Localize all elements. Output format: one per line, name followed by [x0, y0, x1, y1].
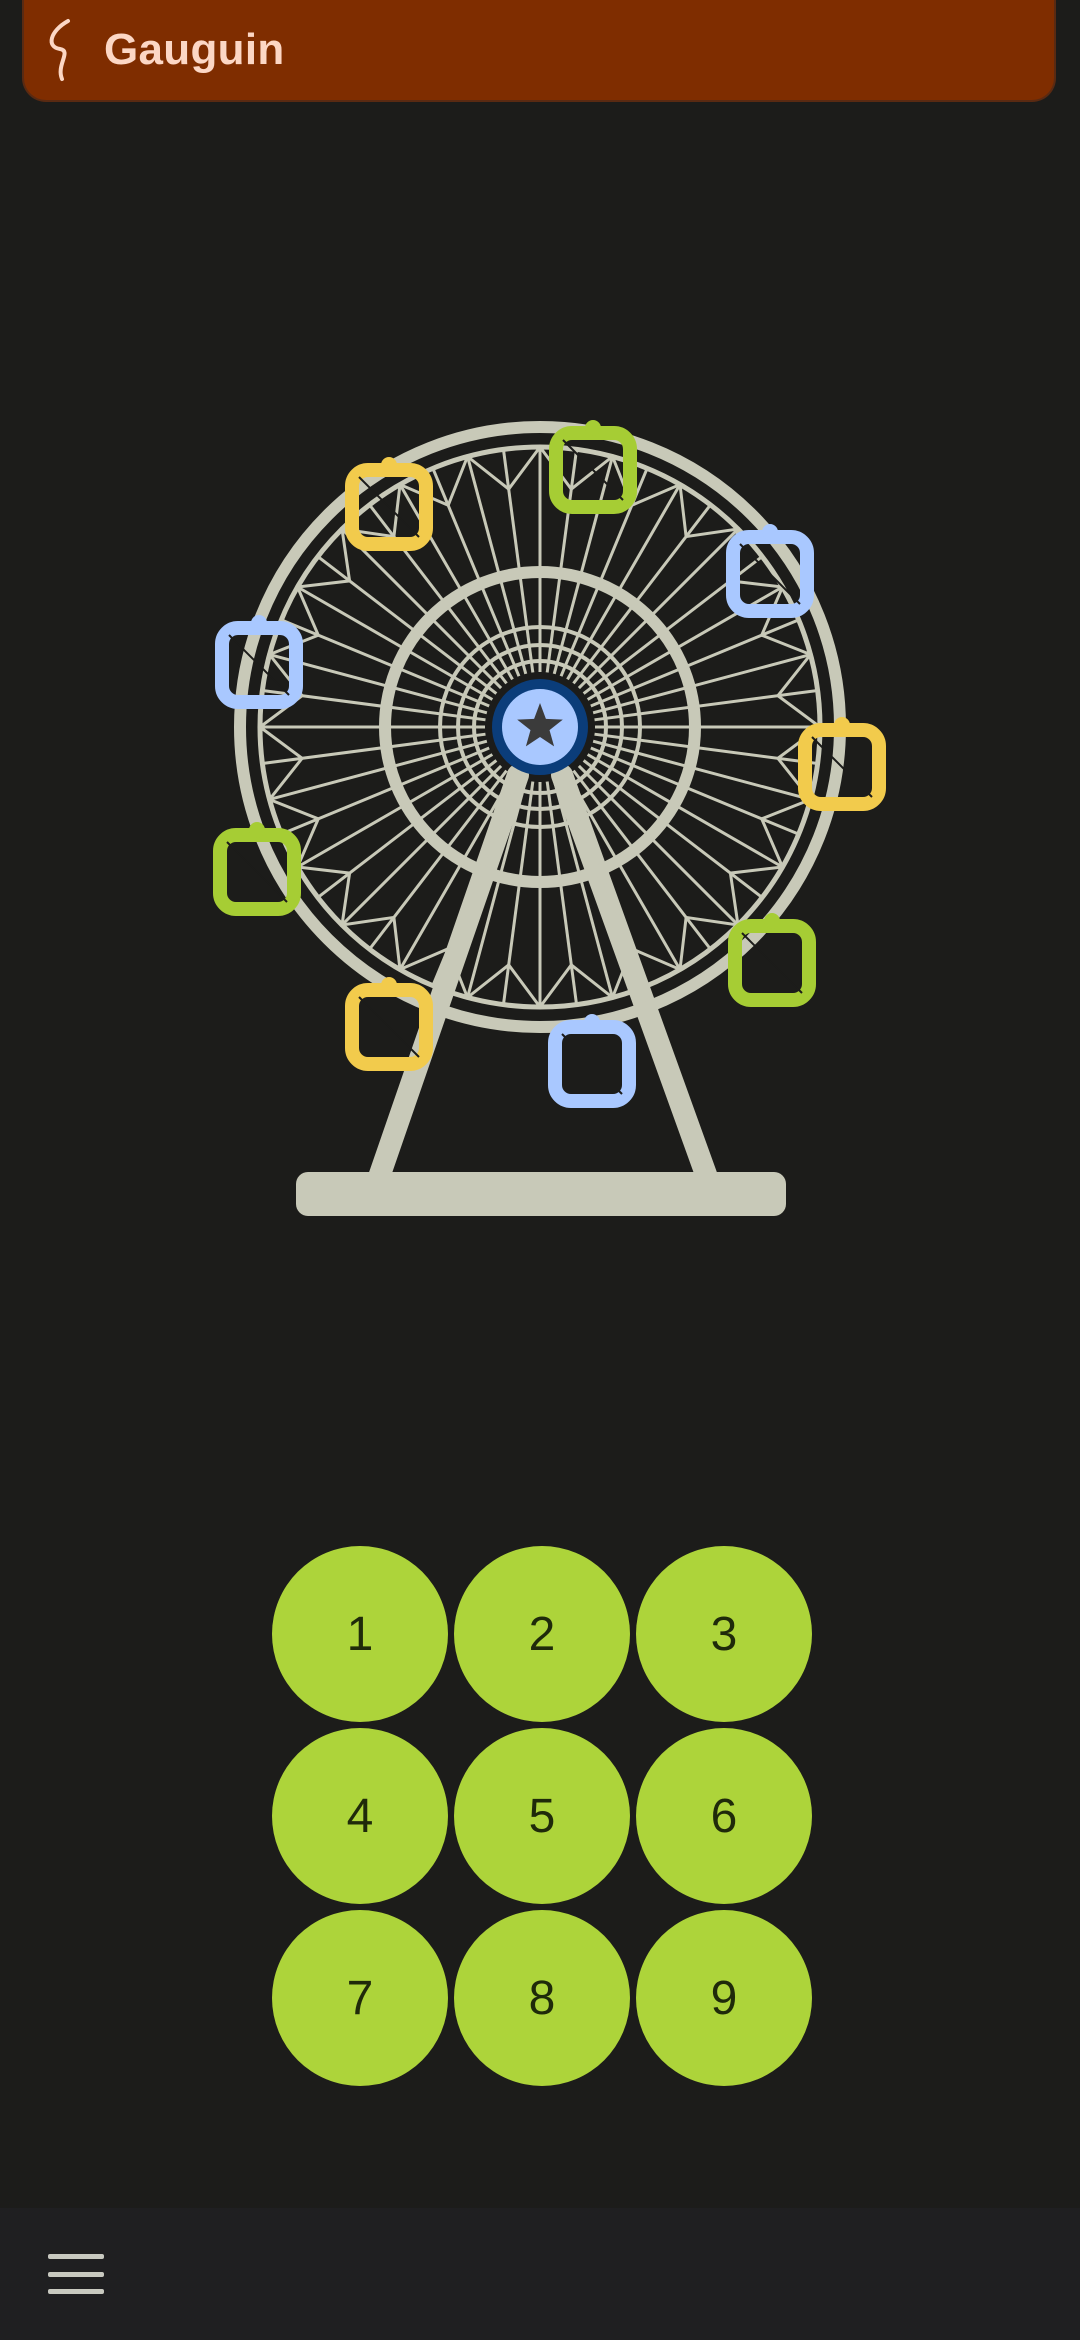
- key-8[interactable]: 8: [454, 1910, 630, 2086]
- wheel-spoke: [269, 739, 488, 801]
- wheel-spoke: [340, 527, 503, 690]
- wheel-spoke: [466, 456, 528, 675]
- menu-line: [48, 2289, 104, 2294]
- wheel-spoke: [592, 653, 811, 715]
- key-7[interactable]: 7: [272, 1910, 448, 2086]
- gondola-hook: [249, 822, 265, 838]
- gondola-hook: [381, 457, 397, 473]
- key-4[interactable]: 4: [272, 1728, 448, 1904]
- key-6[interactable]: 6: [636, 1728, 812, 1904]
- bottom-app-bar: [0, 2208, 1080, 2340]
- ferris-wheel-illustration: [160, 400, 920, 1260]
- wheel-spoke: [262, 732, 486, 766]
- wheel-spoke: [594, 732, 818, 766]
- gondola-hook: [764, 913, 780, 929]
- gondola-hook: [834, 717, 850, 733]
- hamburger-menu-icon[interactable]: [48, 2254, 104, 2294]
- wheel-spoke: [501, 449, 535, 673]
- wheel-spoke: [594, 688, 818, 722]
- gondola-hook: [584, 1014, 600, 1030]
- key-9[interactable]: 9: [636, 1910, 812, 2086]
- gondola-glint: [741, 932, 803, 994]
- menu-line: [48, 2271, 104, 2277]
- key-1[interactable]: 1: [272, 1546, 448, 1722]
- gondola-glint: [358, 996, 420, 1058]
- app-title: Gauguin: [104, 25, 285, 74]
- wheel-base: [296, 1172, 786, 1216]
- ferris-wheel-svg: [213, 420, 886, 1216]
- key-3[interactable]: 3: [636, 1546, 812, 1722]
- wheel-spoke: [592, 739, 811, 801]
- menu-line: [48, 2254, 104, 2259]
- app-bar: Gauguin: [22, 0, 1056, 102]
- gondola-glint: [561, 1033, 623, 1095]
- gondola-hook: [762, 524, 778, 540]
- number-keypad: 1 2 3 4 5 6 7 8 9: [272, 1546, 814, 2088]
- gondola-hook: [251, 615, 267, 631]
- gondola-hook: [585, 420, 601, 436]
- app-logo-icon: [42, 17, 80, 83]
- key-5[interactable]: 5: [454, 1728, 630, 1904]
- key-2[interactable]: 2: [454, 1546, 630, 1722]
- gondola-hook: [381, 977, 397, 993]
- wheel-spoke: [577, 527, 740, 690]
